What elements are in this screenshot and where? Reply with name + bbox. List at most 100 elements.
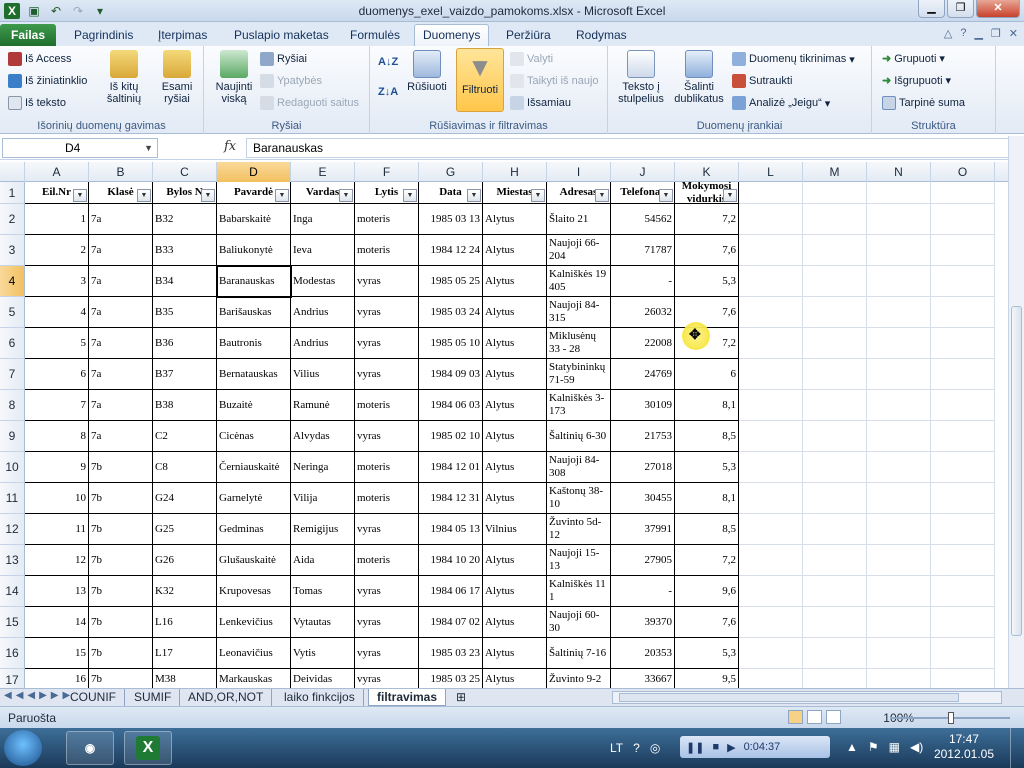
- table-cell[interactable]: Vilius: [291, 359, 355, 390]
- table-cell[interactable]: 7b: [89, 669, 153, 688]
- table-cell[interactable]: moteris: [355, 204, 419, 235]
- table-cell[interactable]: 30109: [611, 390, 675, 421]
- tab-data[interactable]: Duomenys: [414, 24, 490, 46]
- filter-dropdown-icon[interactable]: ▼: [137, 189, 151, 202]
- empty-cell[interactable]: [803, 266, 867, 297]
- table-cell[interactable]: 8: [25, 421, 89, 452]
- empty-cell[interactable]: [931, 638, 995, 669]
- table-cell[interactable]: 5,3: [675, 266, 739, 297]
- select-all-corner[interactable]: [0, 162, 25, 182]
- restore-button[interactable]: ❐: [947, 0, 974, 18]
- row-header[interactable]: 13: [0, 545, 25, 576]
- empty-cell[interactable]: [803, 359, 867, 390]
- workbook-minimize-icon[interactable]: ▁: [974, 27, 982, 40]
- taskbar-app-camtasia[interactable]: ◉: [66, 731, 114, 765]
- pause-icon[interactable]: ❚❚: [686, 741, 704, 754]
- table-cell[interactable]: 1985 03 23: [419, 638, 483, 669]
- row-header[interactable]: 5: [0, 297, 25, 328]
- table-cell[interactable]: Alytus: [483, 483, 547, 514]
- empty-cell[interactable]: [803, 483, 867, 514]
- table-cell[interactable]: Naujoji 84-315: [547, 297, 611, 328]
- empty-cell[interactable]: [739, 669, 803, 688]
- table-cell[interactable]: Naujoji 15-13: [547, 545, 611, 576]
- column-header[interactable]: C: [153, 162, 217, 182]
- table-cell[interactable]: B34: [153, 266, 217, 297]
- empty-cell[interactable]: [931, 182, 995, 204]
- table-cell[interactable]: Alytus: [483, 328, 547, 359]
- table-cell[interactable]: Garnelytė: [217, 483, 291, 514]
- table-cell[interactable]: G24: [153, 483, 217, 514]
- filter-dropdown-icon[interactable]: ▼: [73, 189, 87, 202]
- tab-formulas[interactable]: Formulės: [342, 27, 408, 46]
- help-tray-icon[interactable]: ?: [633, 741, 640, 755]
- empty-cell[interactable]: [739, 182, 803, 204]
- column-header[interactable]: J: [611, 162, 675, 182]
- table-cell[interactable]: Žuvinto 9-2: [547, 669, 611, 688]
- table-cell[interactable]: 7,6: [675, 297, 739, 328]
- column-header[interactable]: I: [547, 162, 611, 182]
- table-header-cell[interactable]: Bylos N ▼: [153, 182, 217, 204]
- table-cell[interactable]: 1985 05 25: [419, 266, 483, 297]
- table-cell[interactable]: Alytus: [483, 576, 547, 607]
- help-icon[interactable]: ?: [960, 27, 966, 40]
- empty-cell[interactable]: [931, 235, 995, 266]
- table-cell[interactable]: 20353: [611, 638, 675, 669]
- table-cell[interactable]: Kalniškės 11 1: [547, 576, 611, 607]
- table-cell[interactable]: Šaltinių 6-30: [547, 421, 611, 452]
- row-header[interactable]: 7: [0, 359, 25, 390]
- empty-cell[interactable]: [931, 607, 995, 638]
- empty-cell[interactable]: [803, 607, 867, 638]
- normal-view-icon[interactable]: [788, 710, 803, 724]
- empty-cell[interactable]: [867, 359, 931, 390]
- table-cell[interactable]: Alytus: [483, 545, 547, 576]
- filter-dropdown-icon[interactable]: ▼: [723, 189, 737, 202]
- remove-duplicates-button[interactable]: Šalinti dublikatus: [670, 50, 728, 105]
- table-cell[interactable]: Kaštonų 38-10: [547, 483, 611, 514]
- empty-cell[interactable]: [931, 514, 995, 545]
- vertical-scrollbar[interactable]: [1008, 136, 1024, 688]
- column-header[interactable]: M: [803, 162, 867, 182]
- empty-cell[interactable]: [803, 576, 867, 607]
- table-cell[interactable]: 1984 12 24: [419, 235, 483, 266]
- table-header-cell[interactable]: Data ▼: [419, 182, 483, 204]
- workbook-restore-icon[interactable]: ❐: [991, 27, 1001, 40]
- table-cell[interactable]: 7a: [89, 266, 153, 297]
- filter-dropdown-icon[interactable]: ▼: [403, 189, 417, 202]
- empty-cell[interactable]: [867, 483, 931, 514]
- table-cell[interactable]: 7b: [89, 607, 153, 638]
- table-cell[interactable]: 16: [25, 669, 89, 688]
- table-cell[interactable]: 7a: [89, 235, 153, 266]
- ungroup-button[interactable]: ➜ Išgrupuoti ▾: [882, 74, 951, 88]
- row-header[interactable]: 14: [0, 576, 25, 607]
- table-cell[interactable]: Alytus: [483, 452, 547, 483]
- empty-cell[interactable]: [739, 576, 803, 607]
- empty-cell[interactable]: [739, 297, 803, 328]
- table-cell[interactable]: 1985 02 10: [419, 421, 483, 452]
- filter-dropdown-icon[interactable]: ▼: [339, 189, 353, 202]
- sheet-tab[interactable]: filtravimas: [368, 689, 447, 706]
- empty-cell[interactable]: [931, 266, 995, 297]
- table-cell[interactable]: 1984 09 03: [419, 359, 483, 390]
- table-cell[interactable]: 7b: [89, 483, 153, 514]
- zoom-slider-knob[interactable]: [948, 712, 954, 724]
- table-cell[interactable]: Bernatauskas: [217, 359, 291, 390]
- table-cell[interactable]: Andrius: [291, 328, 355, 359]
- column-header[interactable]: G: [419, 162, 483, 182]
- row-header[interactable]: 9: [0, 421, 25, 452]
- table-cell[interactable]: 30455: [611, 483, 675, 514]
- empty-cell[interactable]: [931, 421, 995, 452]
- empty-cell[interactable]: [803, 390, 867, 421]
- empty-cell[interactable]: [803, 182, 867, 204]
- flag-icon[interactable]: ⚑: [868, 740, 879, 754]
- what-if-analysis-button[interactable]: Analizė „Jeigu“ ▾: [732, 96, 830, 110]
- table-header-cell[interactable]: Adresas ▼: [547, 182, 611, 204]
- table-header-cell[interactable]: Mokymosi vidurkis ▼: [675, 182, 739, 204]
- tab-insert[interactable]: Įterpimas: [150, 27, 215, 46]
- empty-cell[interactable]: [931, 297, 995, 328]
- table-cell[interactable]: Alytus: [483, 607, 547, 638]
- table-cell[interactable]: Naujoji 60-30: [547, 607, 611, 638]
- table-cell[interactable]: 7,2: [675, 545, 739, 576]
- tab-file[interactable]: Failas: [0, 24, 56, 46]
- table-cell[interactable]: 27018: [611, 452, 675, 483]
- table-cell[interactable]: 7,2: [675, 204, 739, 235]
